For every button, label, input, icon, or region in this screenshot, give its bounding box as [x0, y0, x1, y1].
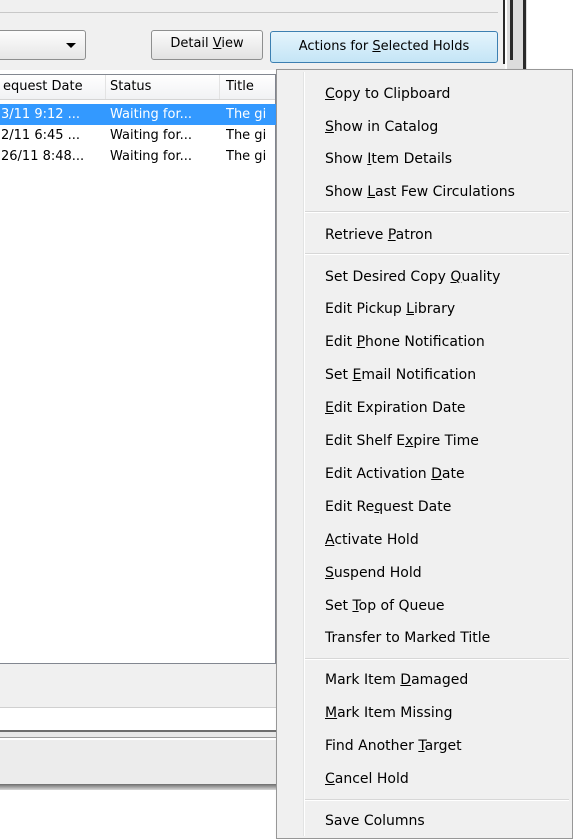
menu-item-set-email-notification[interactable]: Set Email Notification [325, 364, 476, 386]
menu-item-edit-shelf-expire-time[interactable]: Edit Shelf Expire Time [325, 430, 479, 452]
table-row[interactable]: 2/11 6:45 ... Waiting for... The gi [0, 125, 276, 146]
table-row[interactable]: 26/11 8:48... Waiting for... The gi [0, 146, 276, 167]
menu-item-find-another-target[interactable]: Find Another Target [325, 735, 462, 757]
cell-request-date: 26/11 8:48... [1, 149, 85, 164]
menu-item-save-columns[interactable]: Save Columns [325, 810, 425, 832]
column-header-title[interactable]: Title [220, 75, 280, 99]
menu-item-set-top-of-queue[interactable]: Set Top of Queue [325, 595, 444, 617]
menu-separator [305, 799, 569, 801]
menu-item-suspend-hold[interactable]: Suspend Hold [325, 562, 422, 584]
menu-item-edit-request-date[interactable]: Edit Request Date [325, 496, 451, 518]
menu-item-mark-item-missing[interactable]: Mark Item Missing [325, 702, 453, 724]
list-footer [0, 664, 276, 708]
filter-dropdown[interactable] [0, 30, 86, 60]
bottom-panel-edge [0, 784, 276, 790]
menu-item-set-desired-copy-quality[interactable]: Set Desired Copy Quality [325, 266, 500, 288]
holds-list[interactable]: equest Date Status Title 3/11 9:12 ... W… [0, 74, 280, 664]
menu-item-show-last-few-circulations[interactable]: Show Last Few Circulations [325, 181, 515, 203]
menu-item-copy-to-clipboard[interactable]: Copy to Clipboard [325, 83, 450, 105]
menu-separator [305, 253, 569, 255]
cell-status: Waiting for... [110, 128, 193, 143]
actions-context-menu: Copy to Clipboard Show in Catalog Show I… [276, 69, 573, 839]
column-header-request-date[interactable]: equest Date [0, 75, 106, 99]
cell-status: Waiting for... [110, 149, 193, 164]
toolbar-divider [0, 12, 498, 13]
menu-item-cancel-hold[interactable]: Cancel Hold [325, 768, 409, 790]
cell-title: The gi [226, 128, 267, 143]
menu-separator [305, 211, 569, 213]
menu-item-mark-item-damaged[interactable]: Mark Item Damaged [325, 669, 468, 691]
cell-title: The gi [226, 107, 267, 122]
actions-for-selected-holds-button[interactable]: Actions for Selected Holds [270, 31, 498, 63]
frame-line [503, 0, 505, 64]
menu-separator [305, 658, 569, 660]
menu-item-activate-hold[interactable]: Activate Hold [325, 529, 419, 551]
menu-item-show-in-catalog[interactable]: Show in Catalog [325, 116, 438, 138]
menu-item-retrieve-patron[interactable]: Retrieve Patron [325, 224, 433, 246]
cell-request-date: 3/11 9:12 ... [1, 107, 81, 122]
menu-item-show-item-details[interactable]: Show Item Details [325, 148, 452, 170]
pane-splitter[interactable] [0, 730, 276, 738]
detail-view-button[interactable]: Detail View [151, 30, 263, 60]
cell-status: Waiting for... [110, 107, 193, 122]
cell-request-date: 2/11 6:45 ... [1, 128, 81, 143]
bottom-panel [0, 740, 276, 784]
frame-line [510, 0, 513, 60]
list-header: equest Date Status Title [0, 75, 280, 100]
menu-item-edit-expiration-date[interactable]: Edit Expiration Date [325, 397, 466, 419]
chevron-down-icon [66, 43, 76, 48]
column-header-status[interactable]: Status [106, 75, 220, 99]
menu-item-edit-phone-notification[interactable]: Edit Phone Notification [325, 331, 485, 353]
menu-item-edit-pickup-library[interactable]: Edit Pickup Library [325, 298, 455, 320]
table-row[interactable]: 3/11 9:12 ... Waiting for... The gi [0, 104, 276, 125]
menu-item-transfer-to-marked-title[interactable]: Transfer to Marked Title [325, 627, 490, 649]
cell-title: The gi [226, 149, 267, 164]
menu-gutter-highlight [304, 72, 305, 836]
menu-item-edit-activation-date[interactable]: Edit Activation Date [325, 463, 465, 485]
